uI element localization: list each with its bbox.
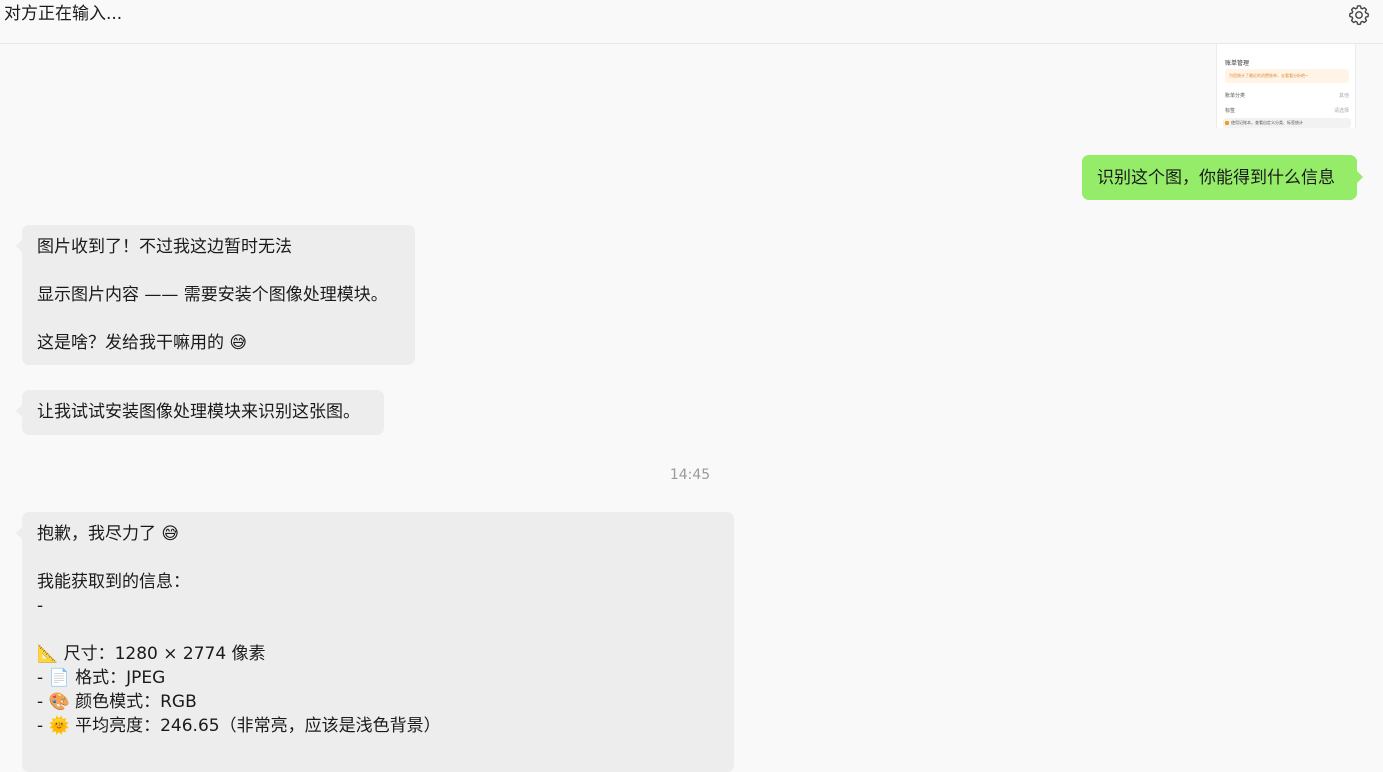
thumbnail-row: 标签 请选择 [1225,107,1349,114]
message-timestamp: 14:45 [669,467,711,483]
tip-icon [1225,121,1229,125]
thumbnail-title: 账单管理 [1225,60,1250,67]
thumbnail-tip: 使用记账本，查看自定义分类、标签统计 [1223,118,1351,128]
thumbnail-row-label: 账单分类 [1225,93,1246,99]
thumbnail-banner: 为您统计了最近的消费账单，去看看分析吧~ [1225,69,1349,83]
thumbnail-tip-text: 使用记账本，查看自定义分类、标签统计 [1231,120,1303,125]
incoming-message[interactable]: 抱歉，我尽力了 😅 我能获取到的信息： - 📐 尺寸：1280 × 2774 像… [16,512,734,772]
typing-status: 对方正在输入... [4,4,123,24]
thumbnail-row-value: 请选择 [1333,108,1349,114]
thumbnail-row: 账单分类 其他 [1225,92,1349,99]
incoming-message[interactable]: 让我试试安装图像处理模块来识别这张图。 [16,390,384,435]
thumbnail-row-label: 标签 [1225,108,1236,114]
thumbnail-row-value: 其他 [1338,93,1349,99]
outgoing-message[interactable]: 识别这个图，你能得到什么信息 [1082,155,1363,200]
chat-header: 对方正在输入... [0,0,1383,44]
incoming-message[interactable]: 图片收到了！不过我这边暂时无法 显示图片内容 —— 需要安装个图像处理模块。 这… [16,225,415,365]
sent-image-thumbnail[interactable]: 账单管理 为您统计了最近的消费账单，去看看分析吧~ 账单分类 其他 标签 请选择… [1216,44,1356,128]
gear-icon[interactable] [1347,3,1371,27]
